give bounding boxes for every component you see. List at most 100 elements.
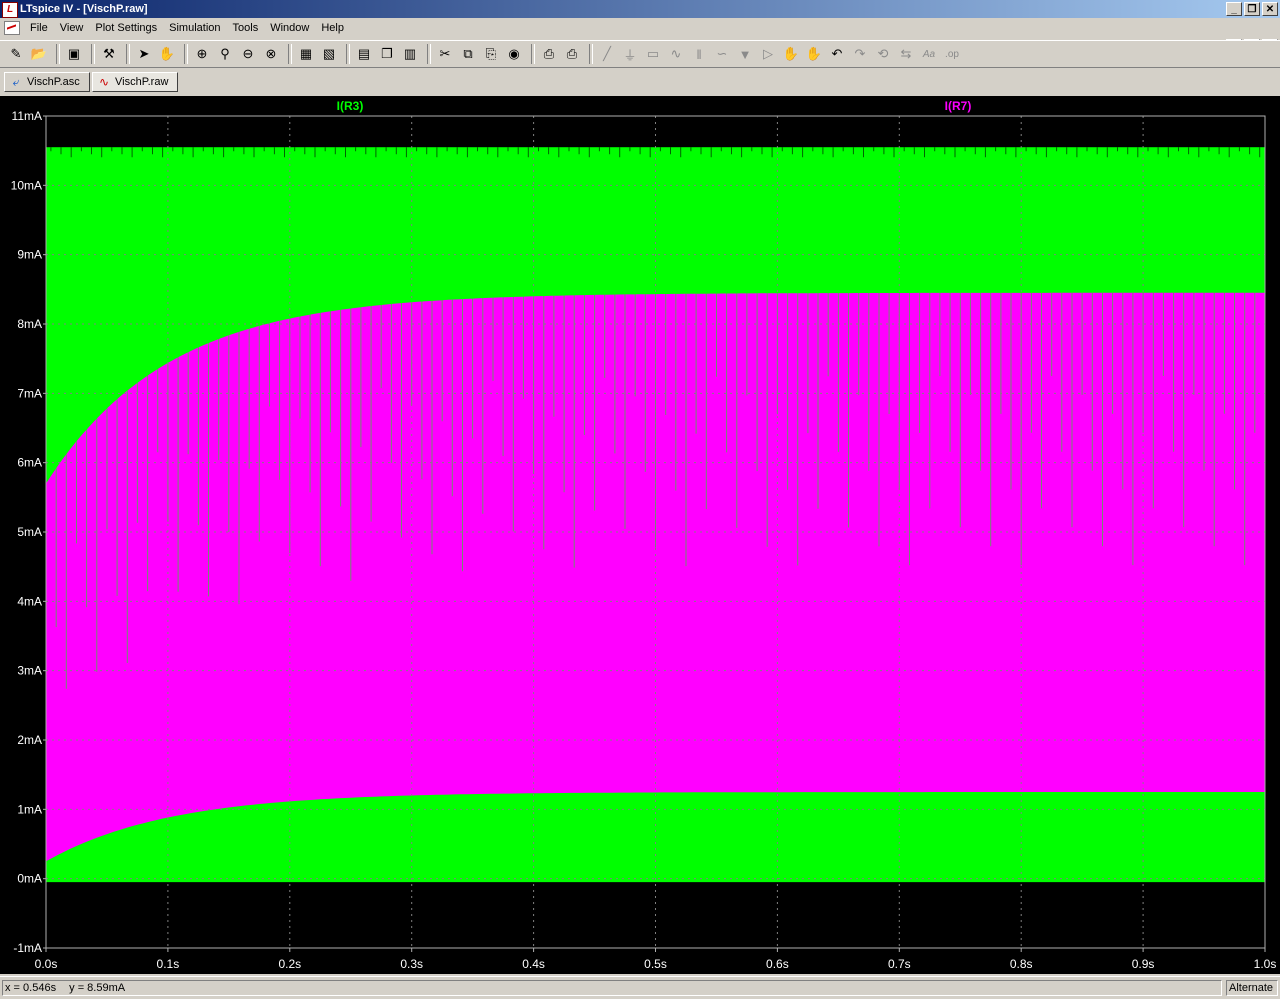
print-icon[interactable]: ⎙ bbox=[562, 44, 582, 64]
y-tick-label: 6mA bbox=[17, 456, 42, 470]
status-bar: x = 0.546s y = 8.59mA Alternate bbox=[0, 976, 1280, 999]
tile-vertical-icon[interactable]: ▥ bbox=[400, 44, 420, 64]
new-schematic-icon[interactable]: ✎ bbox=[6, 44, 26, 64]
schematic-icon: ⤶ bbox=[12, 75, 20, 89]
open-icon[interactable]: 📂 bbox=[29, 44, 49, 64]
document-waveform-icon[interactable] bbox=[4, 21, 20, 35]
zoom-cancel-icon[interactable]: ⊗ bbox=[261, 44, 281, 64]
halt-icon[interactable]: ✋ bbox=[157, 44, 177, 64]
cursor-readout: x = 0.546s y = 8.59mA bbox=[2, 980, 1222, 996]
y-tick-label: 0mA bbox=[17, 872, 42, 886]
copy-icon[interactable]: ⧉ bbox=[458, 44, 478, 64]
y-tick-label: 1mA bbox=[17, 802, 42, 816]
y-tick-label: 5mA bbox=[17, 525, 42, 539]
inductor-icon[interactable]: ∽ bbox=[712, 44, 732, 64]
redo-icon[interactable]: ↷ bbox=[850, 44, 870, 64]
cascade-icon[interactable]: ❐ bbox=[377, 44, 397, 64]
toolbar-separator bbox=[288, 44, 292, 64]
close-button[interactable]: ✕ bbox=[1262, 2, 1278, 16]
x-tick-label: 0.4s bbox=[522, 957, 545, 971]
find-icon[interactable]: ◉ bbox=[504, 44, 524, 64]
trace-label-i-r3: I(R3) bbox=[337, 99, 364, 113]
print-setup-icon[interactable]: ⎙ bbox=[539, 44, 559, 64]
control-panel-icon[interactable]: ⚒ bbox=[99, 44, 119, 64]
save-icon[interactable]: ▣ bbox=[64, 44, 84, 64]
label-icon[interactable]: ▭ bbox=[643, 44, 663, 64]
ground-icon[interactable]: ⏚ bbox=[620, 44, 640, 64]
x-tick-label: 0.2s bbox=[278, 957, 301, 971]
waveform-plot-pane[interactable]: -1mA 0mA 1mA 2mA 3mA 4mA 5mA 6mA 7mA 8mA 9mA 10mA 11… bbox=[0, 96, 1280, 974]
toolbar-separator bbox=[91, 44, 95, 64]
x-tick-label: 0.0s bbox=[35, 957, 58, 971]
toolbar-separator bbox=[531, 44, 535, 64]
menu-view[interactable]: View bbox=[54, 18, 90, 38]
text-icon[interactable]: Aa bbox=[919, 44, 939, 64]
toolbar-separator bbox=[184, 44, 188, 64]
x-tick-label: 0.3s bbox=[400, 957, 423, 971]
waveform-chart[interactable]: -1mA 0mA 1mA 2mA 3mA 4mA 5mA 6mA 7mA 8mA 9mA 10mA 11… bbox=[0, 96, 1280, 974]
y-tick-label: 10mA bbox=[11, 178, 42, 192]
mark-icon[interactable]: ▧ bbox=[319, 44, 339, 64]
toolbar-separator bbox=[126, 44, 130, 64]
y-tick-label: 4mA bbox=[17, 594, 42, 608]
drag-icon[interactable]: ✋ bbox=[804, 44, 824, 64]
y-tick-label: 7mA bbox=[17, 386, 42, 400]
minimize-button[interactable]: _ bbox=[1226, 2, 1242, 16]
run-icon[interactable]: ➤ bbox=[134, 44, 154, 64]
toolbar-separator bbox=[346, 44, 350, 64]
wire-icon[interactable]: ╱ bbox=[597, 44, 617, 64]
x-tick-label: 0.5s bbox=[644, 957, 667, 971]
tab-vischp-raw[interactable]: ∿ VischP.raw bbox=[92, 72, 178, 92]
x-tick-label: 0.9s bbox=[1132, 957, 1155, 971]
tab-vischp-asc[interactable]: ⤶ VischP.asc bbox=[4, 72, 90, 92]
toolbar: ✎ 📂 ▣ ⚒ ➤ ✋ ⊕ ⚲ ⊖ ⊗ ▦ ▧ ▤ ❐ ▥ ✂ ⧉ ⎘ ◉ ⎙ … bbox=[0, 40, 1280, 68]
menu-simulation[interactable]: Simulation bbox=[163, 18, 226, 38]
x-tick-label: 0.6s bbox=[766, 957, 789, 971]
x-tick-label: 1.0s bbox=[1254, 957, 1277, 971]
resistor-icon[interactable]: ∿ bbox=[666, 44, 686, 64]
toolbar-separator bbox=[589, 44, 593, 64]
toolbar-separator bbox=[56, 44, 60, 64]
y-tick-label: 2mA bbox=[17, 733, 42, 747]
maximize-button[interactable]: ❐ bbox=[1244, 2, 1260, 16]
move-icon[interactable]: ✋ bbox=[781, 44, 801, 64]
y-tick-label: 11mA bbox=[12, 109, 42, 123]
spice-directive-icon[interactable]: .op bbox=[942, 44, 962, 64]
menu-window[interactable]: Window bbox=[264, 18, 315, 38]
rotate-icon[interactable]: ⟲ bbox=[873, 44, 893, 64]
x-tick-label: 0.8s bbox=[1010, 957, 1033, 971]
tab-label: VischP.asc bbox=[27, 76, 80, 88]
component-icon[interactable]: ▷ bbox=[758, 44, 778, 64]
menu-tools[interactable]: Tools bbox=[227, 18, 265, 38]
cursor-x-readout: x = 0.546s bbox=[5, 982, 57, 994]
ltspice-app-icon[interactable]: L bbox=[2, 2, 18, 18]
y-tick-label: 8mA bbox=[17, 317, 42, 331]
paste-icon[interactable]: ⎘ bbox=[481, 44, 501, 64]
trace-label-i-r7: I(R7) bbox=[945, 99, 972, 113]
capacitor-icon[interactable]: ‖ bbox=[689, 44, 709, 64]
undo-icon[interactable]: ↶ bbox=[827, 44, 847, 64]
y-tick-label: -1mA bbox=[13, 941, 42, 955]
y-tick-label: 3mA bbox=[17, 664, 42, 678]
menu-plot-settings[interactable]: Plot Settings bbox=[89, 18, 163, 38]
document-tab-bar: ⤶ VischP.asc ∿ VischP.raw bbox=[0, 70, 1280, 94]
autorange-icon[interactable]: ▦ bbox=[296, 44, 316, 64]
window-title: LTspice IV - [VischP.raw] bbox=[20, 3, 148, 15]
zoom-in-icon[interactable]: ⊕ bbox=[192, 44, 212, 64]
mirror-icon[interactable]: ⇆ bbox=[896, 44, 916, 64]
waveform-icon: ∿ bbox=[98, 75, 110, 89]
status-mode: Alternate bbox=[1226, 980, 1278, 996]
title-bar: L LTspice IV - [VischP.raw] _ ❐ ✕ bbox=[0, 0, 1280, 18]
menu-file[interactable]: File bbox=[24, 18, 54, 38]
cursor-y-readout: y = 8.59mA bbox=[69, 982, 126, 994]
y-tick-label: 9mA bbox=[17, 248, 42, 262]
tab-label: VischP.raw bbox=[115, 76, 169, 88]
menu-help[interactable]: Help bbox=[315, 18, 350, 38]
cut-icon[interactable]: ✂ bbox=[435, 44, 455, 64]
menu-bar: File View Plot Settings Simulation Tools… bbox=[0, 18, 1280, 53]
diode-icon[interactable]: ▼ bbox=[735, 44, 755, 64]
zoom-out-icon[interactable]: ⊖ bbox=[238, 44, 258, 64]
tile-horizontal-icon[interactable]: ▤ bbox=[354, 44, 374, 64]
x-tick-label: 0.7s bbox=[888, 957, 911, 971]
zoom-area-icon[interactable]: ⚲ bbox=[215, 44, 235, 64]
